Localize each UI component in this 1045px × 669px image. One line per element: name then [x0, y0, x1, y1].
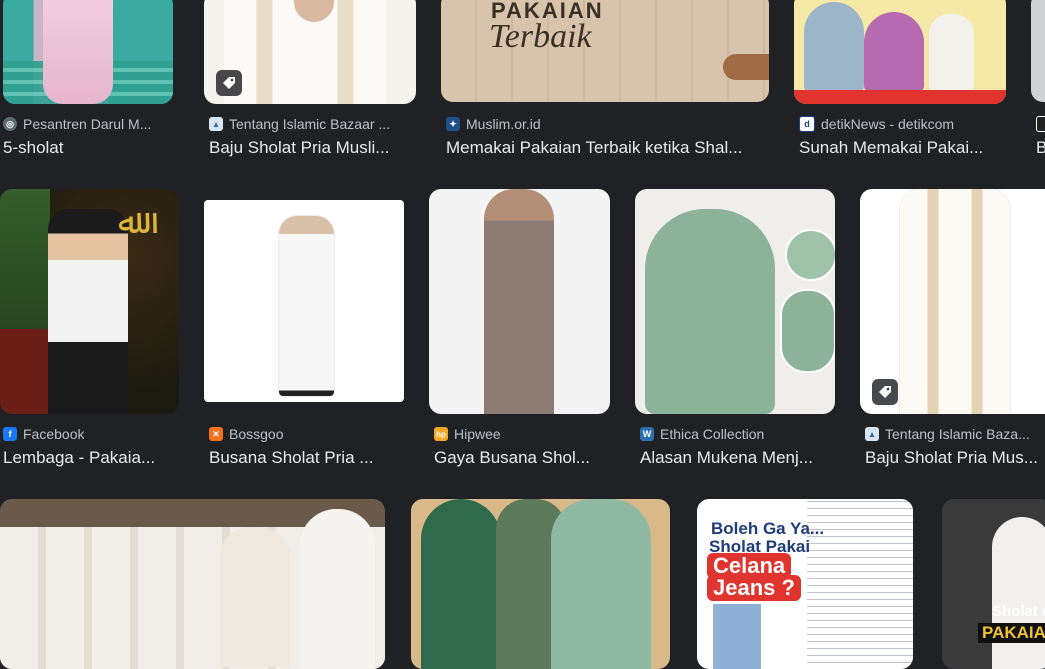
- overlay-side2: PAKAIA: [978, 623, 1045, 643]
- overlay-line1: Boleh Ga Ya...: [711, 519, 825, 538]
- image-result-13[interactable]: Boleh Ga Ya... Sholat Pakai Celana Jeans…: [697, 499, 913, 669]
- detik-favicon: d: [799, 116, 815, 132]
- image-source-2[interactable]: ▴ Tentang Islamic Bazaar ...: [209, 116, 416, 132]
- image-title-8[interactable]: Gaya Busana Shol...: [434, 448, 610, 468]
- overlay-line4: Jeans ?: [707, 575, 801, 601]
- image-title-4[interactable]: Sunah Memakai Pakai...: [799, 138, 1006, 158]
- image-title-6[interactable]: Lembaga - Pakaia...: [3, 448, 179, 468]
- bossgoo-favicon: ✕: [209, 427, 223, 441]
- image-result-3[interactable]: PAKAIAN Terbaik: [441, 0, 769, 102]
- image-title-5[interactable]: B: [1036, 138, 1045, 158]
- image-source-9[interactable]: W Ethica Collection: [640, 426, 835, 442]
- image-result-8[interactable]: [429, 189, 610, 414]
- image-source-8[interactable]: hp Hipwee: [434, 426, 610, 442]
- image-title-3[interactable]: Memakai Pakaian Terbaik ketika Shal...: [446, 138, 769, 158]
- image-source-4[interactable]: d detikNews - detikcom: [799, 116, 1006, 132]
- image-title-2[interactable]: Baju Sholat Pria Musli...: [209, 138, 416, 158]
- price-tag-icon[interactable]: [872, 379, 898, 405]
- image-source-3[interactable]: ✦ Muslim.or.id: [446, 116, 766, 132]
- image-title-9[interactable]: Alasan Mukena Menj...: [640, 448, 835, 468]
- image-source-7[interactable]: ✕ Bossgoo: [209, 426, 404, 442]
- image-result-10[interactable]: [860, 189, 1045, 414]
- overlay-side1: Sholat d: [992, 603, 1045, 620]
- image-source-10[interactable]: ▴ Tentang Islamic Baza...: [865, 426, 1045, 442]
- image-source-5[interactable]: [1036, 116, 1045, 132]
- facebook-favicon: f: [3, 427, 17, 441]
- image-result-12[interactable]: [411, 499, 670, 669]
- image-result-11[interactable]: [0, 499, 385, 669]
- image-result-2[interactable]: [204, 0, 416, 104]
- price-tag-icon[interactable]: [216, 70, 242, 96]
- image-source-6[interactable]: f Facebook: [3, 426, 179, 442]
- image-title-7[interactable]: Busana Sholat Pria ...: [209, 448, 404, 468]
- image-result-4[interactable]: [794, 0, 1006, 104]
- image-result-6[interactable]: ﷲ: [0, 189, 179, 414]
- image-title-1[interactable]: 5-sholat: [3, 138, 173, 158]
- image-result-5[interactable]: [1031, 0, 1045, 102]
- image-result-9[interactable]: [635, 189, 835, 414]
- pesantren-favicon: ◎: [3, 117, 17, 131]
- image-title-10[interactable]: Baju Sholat Pria Mus...: [865, 448, 1045, 468]
- image-result-1[interactable]: [3, 0, 173, 104]
- muslim-or-id-favicon: ✦: [446, 117, 460, 131]
- image-source-1[interactable]: ◎ Pesantren Darul M...: [3, 116, 173, 132]
- image-result-14[interactable]: Sholat d PAKAIA: [942, 499, 1045, 669]
- image-result-7[interactable]: [204, 200, 404, 402]
- overlay-title-line2: Terbaik: [489, 18, 592, 55]
- hipwee-favicon: hp: [434, 427, 448, 441]
- ethica-favicon: W: [640, 427, 654, 441]
- bazaar-favicon: ▴: [865, 427, 879, 441]
- bazaar-favicon: ▴: [209, 117, 223, 131]
